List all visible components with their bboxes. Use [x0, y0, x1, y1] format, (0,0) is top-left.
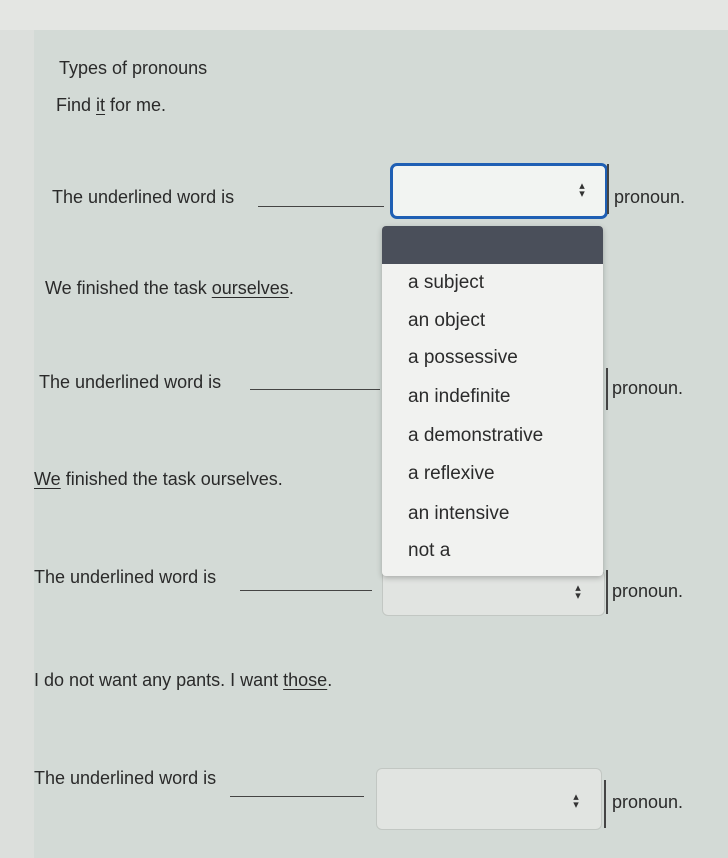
q4-prompt-label: The underlined word is	[34, 768, 217, 788]
option-an-intensive[interactable]: an intensive	[408, 503, 509, 525]
q1-divider	[607, 164, 609, 214]
q2-underlined-word: ourselves	[211, 278, 289, 298]
q3-suffix: pronoun.	[612, 581, 684, 601]
q1-prompt-label: The underlined word is	[52, 187, 235, 207]
pronoun-dropdown-list[interactable]: a subject an object a possessive an inde…	[382, 226, 603, 576]
q3-sentence: We finished the task ourselves.	[34, 469, 283, 489]
instruction-underlined-word: it	[96, 95, 106, 115]
q2-suffix: pronoun.	[612, 378, 684, 398]
updown-arrows-icon: ▴ ▾	[579, 180, 585, 200]
q1-pronoun-select[interactable]: ▴ ▾	[390, 163, 608, 219]
q3-prompt-label: The underlined word is	[34, 567, 217, 587]
q2-divider	[606, 368, 608, 410]
q4-sentence: I do not want any pants. I want those.	[34, 670, 333, 690]
updown-arrows-icon: ▴ ▾	[575, 582, 581, 602]
updown-arrows-icon: ▴ ▾	[573, 791, 579, 811]
q3-blank-line	[240, 590, 372, 591]
q4-blank-line	[230, 796, 364, 797]
worksheet-page: Types of pronouns Find it for me. The un…	[34, 30, 728, 858]
q4-suffix: pronoun.	[612, 792, 684, 812]
option-an-object[interactable]: an object	[408, 310, 485, 332]
q3-divider	[606, 570, 608, 614]
q2-prompt-label: The underlined word is	[39, 372, 222, 392]
top-band	[0, 0, 728, 30]
q4-divider	[604, 780, 606, 828]
page-title: Types of pronouns	[59, 58, 208, 78]
q3-pronoun-select[interactable]: ▴ ▾	[382, 570, 605, 616]
dropdown-highlight-header	[382, 226, 603, 264]
q1-suffix: pronoun.	[614, 187, 686, 207]
option-a-possessive[interactable]: a possessive	[408, 347, 518, 369]
q2-sentence: We finished the task ourselves.	[45, 278, 294, 298]
option-a-subject[interactable]: a subject	[408, 272, 484, 294]
option-a-demonstrative[interactable]: a demonstrative	[408, 425, 543, 447]
option-a-reflexive[interactable]: a reflexive	[408, 463, 495, 485]
q2-blank-line	[250, 389, 380, 390]
option-not-a[interactable]: not a	[408, 540, 450, 562]
q1-blank-line	[258, 206, 384, 207]
instruction: Find it for me.	[56, 95, 167, 115]
q4-pronoun-select[interactable]: ▴ ▾	[376, 768, 602, 830]
q4-underlined-word: those	[283, 670, 328, 690]
q3-underlined-word: We	[34, 469, 61, 489]
option-an-indefinite[interactable]: an indefinite	[408, 386, 510, 408]
